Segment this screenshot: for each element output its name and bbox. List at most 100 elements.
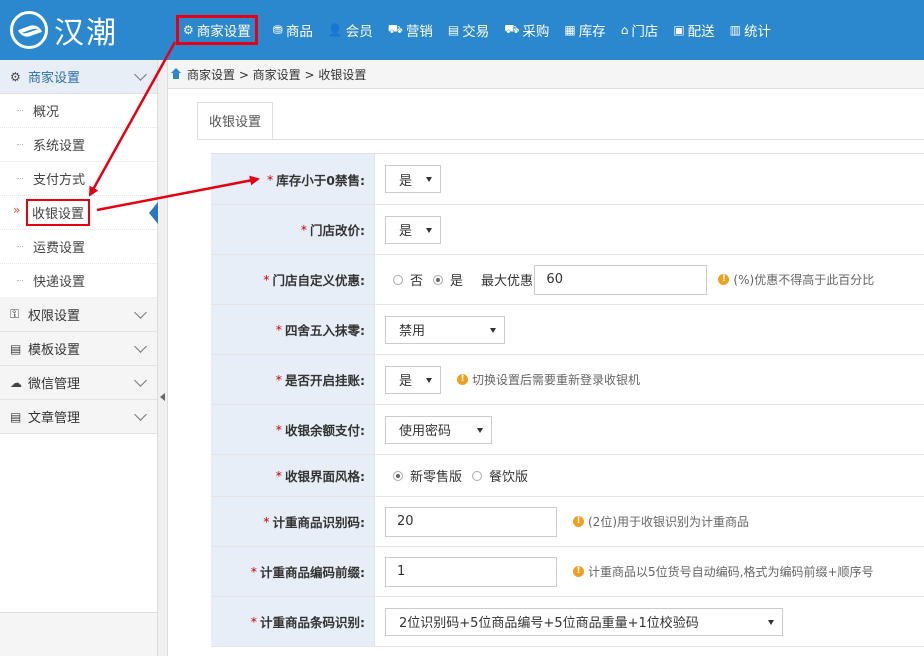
- weight-barcode-select[interactable]: 2位识别码+5位商品编号+5位商品重量+1位校验码: [385, 607, 783, 636]
- form-label-text: 门店自定义优惠:: [272, 273, 366, 288]
- tab-cashier-settings[interactable]: 收银设置: [197, 102, 273, 139]
- trade-icon: ▤: [447, 23, 460, 37]
- purchase-icon: ⛟: [504, 22, 520, 36]
- nav-label: 会员: [345, 24, 373, 40]
- discount-yes-radio[interactable]: [433, 274, 444, 285]
- form-label-text: 库存小于0禁售:: [276, 172, 365, 188]
- nav-marketing[interactable]: ⛟ 营销: [388, 16, 433, 44]
- sidebar-item-overview[interactable]: 概况: [0, 94, 157, 128]
- form-value: 禁用: [375, 305, 924, 354]
- sidebar-item-shipping-fee[interactable]: 运费设置: [0, 230, 157, 264]
- sidebar-group-wechat[interactable]: ☁ 微信管理: [0, 366, 157, 400]
- nav-goods[interactable]: ⛃ 商品: [273, 16, 313, 44]
- nav-merchant-settings[interactable]: ⚙ 商家设置: [176, 15, 258, 45]
- tree-line: [17, 178, 23, 179]
- select-value: 禁用: [399, 324, 426, 339]
- chevron-down-icon: [134, 408, 147, 421]
- tree-line: [17, 110, 23, 111]
- form-row-weight-barcode: * 计重商品条码识别: 2位识别码+5位商品编号+5位商品重量+1位校验码: [211, 597, 924, 647]
- article-icon: ▤: [10, 409, 22, 424]
- required-mark: *: [250, 614, 257, 629]
- nav-label: 商家设置: [196, 24, 251, 40]
- sidebar-blank: [0, 434, 157, 613]
- chevron-left-icon: [160, 393, 165, 401]
- form-label-text: 四舍五入抹零:: [285, 323, 365, 338]
- breadcrumb: 商家设置 > 商家设置 > 收银设置: [168, 60, 924, 89]
- nav-label: 交易: [462, 24, 490, 40]
- weight-prefix-input[interactable]: 1: [385, 556, 557, 587]
- nav-members[interactable]: 👤 会员: [328, 16, 373, 44]
- form-value: 新零售版 餐饮版: [375, 455, 924, 496]
- required-mark: *: [275, 422, 282, 437]
- nav-label: 配送: [687, 24, 715, 40]
- sidebar-item-system-settings[interactable]: 系统设置: [0, 128, 157, 162]
- sidebar-group-merchant-settings[interactable]: ⚙ 商家设置: [0, 60, 157, 94]
- sidebar-group-articles[interactable]: ▤ 文章管理: [0, 400, 157, 434]
- required-mark: *: [300, 222, 307, 237]
- nav-delivery[interactable]: ▣ 配送: [673, 16, 714, 44]
- chevron-down-icon: [134, 340, 147, 353]
- brand-logo[interactable]: 汉潮: [10, 8, 118, 52]
- sidebar-item-payment-methods[interactable]: 支付方式: [0, 162, 157, 196]
- chevron-down-icon: [134, 306, 147, 319]
- logo-mark-icon: [10, 11, 48, 49]
- nav-stock[interactable]: ▦ 库存: [564, 16, 605, 44]
- radio-label: 新零售版: [410, 470, 463, 485]
- form-label: * 门店改价:: [211, 205, 375, 254]
- sidebar-item-cashier-settings[interactable]: » 收银设置: [0, 196, 158, 230]
- hang-order-select[interactable]: 是: [385, 365, 441, 394]
- hint-text: 切换设置后需要重新登录收银机: [472, 373, 641, 387]
- stock-zero-select[interactable]: 是: [385, 165, 441, 193]
- sidebar-group-label: 微信管理: [28, 377, 81, 392]
- style-retail-radio[interactable]: [393, 470, 403, 481]
- home-icon[interactable]: [170, 68, 182, 80]
- form-label: * 门店自定义优惠:: [211, 255, 375, 304]
- weight-code-input[interactable]: 20: [385, 506, 557, 537]
- caret-down-icon: [477, 427, 483, 433]
- input-value: 60: [546, 272, 563, 287]
- required-mark: *: [250, 564, 257, 579]
- rounding-select[interactable]: 禁用: [385, 315, 505, 344]
- discount-no-radio[interactable]: [393, 274, 403, 285]
- max-discount-input[interactable]: 60: [534, 264, 708, 295]
- hang-order-hint: ! 切换设置后需要重新登录收银机: [457, 371, 640, 388]
- sidebar-group-permissions[interactable]: ⚿ 权限设置: [0, 298, 157, 332]
- sidebar-item-label: 系统设置: [33, 139, 86, 154]
- warning-icon: !: [457, 374, 468, 385]
- sidebar-collapse-handle[interactable]: [158, 60, 168, 656]
- form-label: * 四舍五入抹零:: [211, 305, 375, 354]
- gear-icon: ⚙: [10, 69, 21, 84]
- form-row-ui-style: * 收银界面风格: 新零售版 餐饮版: [211, 455, 924, 497]
- required-mark: *: [275, 468, 282, 483]
- nav-label: 营销: [405, 24, 433, 40]
- hint-text: (2位)用于收银识别为计重商品: [588, 515, 749, 529]
- sidebar-group-templates[interactable]: ▤ 模板设置: [0, 332, 157, 366]
- nav-trade[interactable]: ▤ 交易: [448, 16, 489, 44]
- form-label: * 计重商品识别码:: [211, 497, 375, 546]
- required-mark: *: [263, 272, 270, 287]
- form-row-weight-prefix: * 计重商品编码前缀: 1 ! 计重商品以5位货号自动编码,格式为编码前缀+顺序…: [211, 547, 924, 597]
- tree-line: [17, 280, 23, 281]
- stats-icon: ▥: [729, 23, 741, 37]
- form-row-weight-code: * 计重商品识别码: 20 ! (2位)用于收银识别为计重商品: [211, 497, 924, 547]
- tab-bar: 收银设置: [197, 102, 924, 140]
- form-row-custom-discount: * 门店自定义优惠: 否 是 最大优惠: 60 ! (%)优惠不得高于此百分比: [211, 255, 924, 305]
- sidebar: ⚙ 商家设置 概况 系统设置 支付方式 » 收银设置 运费设置 快递设置 ⚿ 权…: [0, 60, 158, 656]
- caret-down-icon: [490, 327, 496, 333]
- radio-label: 否: [410, 274, 424, 289]
- chevron-down-icon: [134, 68, 147, 81]
- nav-purchase[interactable]: ⛟ 采购: [504, 16, 549, 44]
- nav-store[interactable]: ⌂ 门店: [621, 16, 659, 44]
- balance-pay-select[interactable]: 使用密码: [385, 415, 492, 444]
- nav-stats[interactable]: ▥ 统计: [730, 16, 771, 44]
- sidebar-item-label: 运费设置: [33, 241, 86, 256]
- caret-down-icon: [768, 619, 774, 625]
- nav-label: 库存: [578, 24, 606, 40]
- store-price-select[interactable]: 是: [385, 215, 441, 244]
- select-value: 是: [399, 173, 413, 189]
- sidebar-item-express[interactable]: 快递设置: [0, 264, 157, 298]
- weight-prefix-hint: ! 计重商品以5位货号自动编码,格式为编码前缀+顺序号: [573, 563, 874, 580]
- style-food-radio[interactable]: [472, 470, 483, 481]
- gear-icon: ⚙: [183, 23, 194, 37]
- select-value: 2位识别码+5位商品编号+5位商品重量+1位校验码: [399, 616, 699, 631]
